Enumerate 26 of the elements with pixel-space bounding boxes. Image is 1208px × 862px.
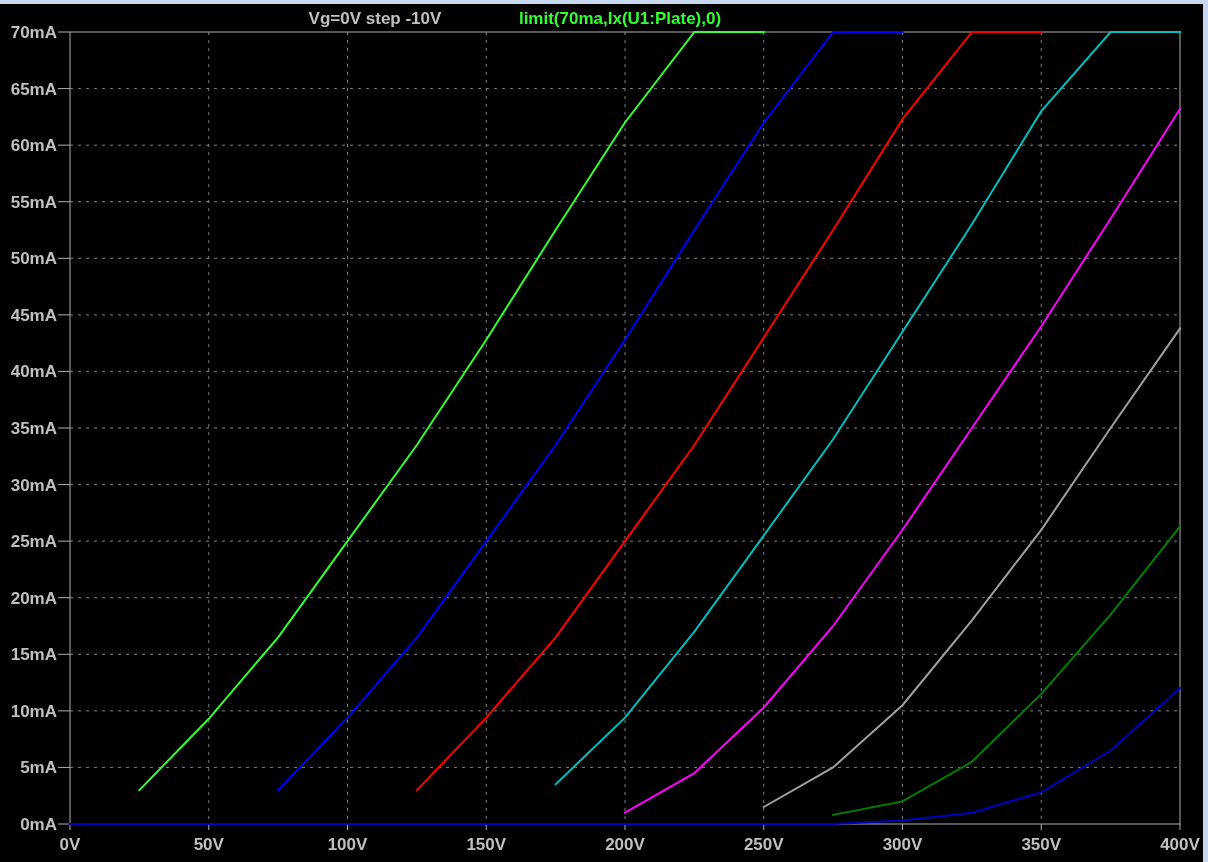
y-axis-label: 15mA [10, 645, 57, 665]
y-axis-label: 30mA [10, 475, 57, 495]
y-axis-label: 60mA [10, 136, 57, 156]
y-axis-label: 65mA [10, 79, 57, 99]
x-axis-label: 300V [882, 835, 923, 854]
y-axis-label: 35mA [10, 419, 57, 438]
x-axis-label: 200V [605, 835, 645, 854]
x-axis-label: 0V [59, 835, 81, 854]
y-axis-label: 5mA [20, 758, 57, 778]
x-axis-label: 400V [1160, 835, 1200, 854]
y-axis-label: 45mA [10, 305, 57, 325]
x-axis-label: 50V [193, 835, 224, 854]
trace-label[interactable]: limit(70ma,Ix(U1:Plate),0) [518, 9, 722, 28]
x-axis-label: 150V [466, 835, 507, 854]
y-axis-label: 10mA [10, 701, 57, 721]
y-axis-label: 55mA [10, 192, 57, 212]
step-label: Vg=0V step -10V [308, 9, 442, 28]
x-axis-label: 100V [327, 835, 368, 854]
x-axis-label: 350V [1021, 835, 1062, 854]
y-axis-label: 0mA [20, 815, 57, 834]
y-axis-label: 50mA [10, 249, 57, 269]
x-axis-label: 250V [743, 835, 784, 854]
y-axis-label: 20mA [10, 588, 57, 608]
y-axis-label: 70mA [10, 23, 57, 42]
y-axis-label: 40mA [10, 362, 57, 382]
y-axis-label: 25mA [10, 532, 57, 552]
